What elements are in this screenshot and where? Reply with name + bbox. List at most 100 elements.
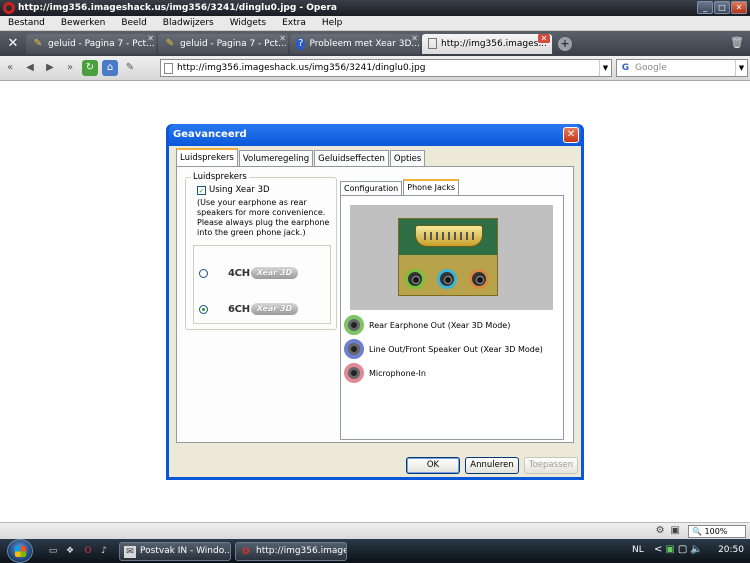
tab-configuration[interactable]: Configuration (340, 181, 403, 195)
jack-label: Line Out/Front Speaker Out (Xear 3D Mode… (369, 344, 543, 354)
tab-close-icon[interactable]: ✕ (279, 34, 286, 43)
phone-jacks-panel: Rear Earphone Out (Xear 3D Mode) Line Ou… (340, 195, 564, 440)
status-bar: ⚙ ▣ 🔍 100% (0, 522, 750, 539)
blue-jack-icon (344, 339, 364, 359)
opera-icon[interactable]: O (82, 545, 94, 557)
trash-icon[interactable]: 🗑 (730, 36, 744, 49)
menu-bladwijzers[interactable]: Bladwijzers (155, 18, 222, 28)
plugin-icon[interactable]: ⚙ (656, 525, 665, 536)
jack-label: Microphone-In (369, 368, 426, 378)
window-title: http://img356.imageshack.us/img356/3241/… (18, 3, 337, 13)
url-text: http://img356.imageshack.us/img356/3241/… (177, 63, 426, 73)
pink-jack-icon (344, 363, 364, 383)
chevron-down-icon[interactable]: ▼ (599, 60, 611, 76)
tab-geluidseffecten[interactable]: Geluidseffecten (314, 150, 389, 166)
menu-beeld[interactable]: Beeld (113, 18, 154, 28)
tab-3[interactable]: ? Probleem met Xear 3D... ✕ (290, 33, 420, 54)
cancel-button[interactable]: Annuleren (465, 457, 519, 474)
tab-phone-jacks[interactable]: Phone Jacks (403, 179, 460, 195)
taskbar-item-mail[interactable]: ✉ Postvak IN - Windo... (119, 542, 231, 561)
rewind-icon[interactable]: « (0, 58, 20, 78)
mode-label: 6CH (228, 303, 250, 315)
radio-6ch[interactable] (199, 304, 208, 314)
network-icon[interactable]: ▣ (665, 544, 674, 555)
show-desktop-icon[interactable]: ▭ (47, 545, 59, 557)
monitor-icon[interactable]: ▢ (678, 544, 687, 555)
opera-icon: O (242, 547, 250, 557)
jack-label: Rear Earphone Out (Xear 3D Mode) (369, 320, 511, 330)
tab-close-icon[interactable]: ✕ (147, 34, 154, 43)
chevron-left-icon[interactable]: < (654, 544, 662, 555)
edit-icon[interactable]: ✎ (120, 58, 140, 78)
jack-photo (350, 205, 553, 310)
minimize-button[interactable]: _ (697, 1, 713, 14)
mode-6ch[interactable]: 6CH Xear 3D (199, 302, 299, 316)
tab-close-icon[interactable]: ✕ (411, 34, 418, 43)
menu-bar: Bestand Bewerken Beeld Bladwijzers Widge… (0, 16, 750, 31)
radio-4ch[interactable] (199, 268, 208, 278)
maximize-button[interactable]: □ (714, 1, 730, 14)
jack-legend-rear: Rear Earphone Out (Xear 3D Mode) (344, 315, 510, 335)
menu-widgets[interactable]: Widgets (222, 18, 274, 28)
taskbar-label: Postvak IN - Windo... (140, 546, 231, 556)
start-button[interactable] (7, 539, 33, 563)
tab-label: http://img356.images... (441, 38, 547, 49)
using-xear-checkbox[interactable]: ✓ Using Xear 3D (197, 185, 270, 195)
fast-forward-icon[interactable]: » (60, 58, 80, 78)
description-text: (Use your earphone as rear speakers for … (197, 198, 330, 237)
media-icon[interactable]: ♪ (98, 545, 110, 557)
menu-bewerken[interactable]: Bewerken (53, 18, 113, 28)
tab-label: geluid - Pagina 7 - Pct... (48, 38, 155, 49)
search-placeholder: Google (635, 63, 667, 73)
tab-panel: Luidsprekers ✓ Using Xear 3D (Use your e… (176, 166, 574, 443)
camera-icon[interactable]: ▣ (671, 525, 680, 536)
window-controls: _ □ ✕ (697, 1, 747, 14)
zoom-select[interactable]: 🔍 100% (688, 525, 746, 538)
tools-icon[interactable]: ✕ (2, 33, 24, 55)
zoom-level: 100% (704, 527, 728, 536)
jack-plate (398, 218, 498, 296)
mode-box: 4CH Xear 3D 6CH Xear 3D (193, 245, 331, 324)
xear-logo-6ch: 6CH Xear 3D (228, 302, 299, 316)
help-icon: ? (296, 37, 306, 50)
tab-label: Probleem met Xear 3D... (309, 38, 420, 49)
blue-jack-icon (437, 269, 457, 289)
ok-button[interactable]: OK (406, 457, 460, 474)
tab-2[interactable]: ✎ geluid - Pagina 7 - Pct... ✕ (158, 33, 288, 54)
tab-4[interactable]: http://img356.images... ✕ (422, 33, 552, 54)
magnifier-icon: 🔍 (692, 527, 702, 536)
jack-legend-front: Line Out/Front Speaker Out (Xear 3D Mode… (344, 339, 543, 359)
menu-help[interactable]: Help (314, 18, 351, 28)
forward-icon[interactable]: ▶ (40, 58, 60, 78)
tab-opties[interactable]: Opties (389, 150, 426, 166)
system-tray: NL < ▣ ▢ 🔈 20:50 (632, 539, 750, 563)
close-button[interactable]: ✕ (731, 1, 747, 14)
tab-volumeregeling[interactable]: Volumeregeling (238, 150, 314, 166)
checkbox-label: Using Xear 3D (209, 185, 270, 195)
tab-1[interactable]: ✎ geluid - Pagina 7 - Pct... ✕ (26, 33, 156, 54)
home-icon[interactable]: ⌂ (102, 60, 118, 76)
dialog-body: Luidsprekers Volumeregeling Geluidseffec… (169, 146, 581, 477)
apply-button[interactable]: Toepassen (524, 457, 578, 474)
url-input[interactable]: http://img356.imageshack.us/img356/3241/… (160, 59, 612, 77)
green-jack-icon (344, 315, 364, 335)
back-icon[interactable]: ◀ (20, 58, 40, 78)
mode-4ch[interactable]: 4CH Xear 3D (199, 266, 299, 280)
language-indicator[interactable]: NL (632, 545, 644, 555)
title-bar: http://img356.imageshack.us/img356/3241/… (0, 0, 750, 16)
menu-extra[interactable]: Extra (274, 18, 314, 28)
page-icon (428, 38, 437, 49)
new-tab-button[interactable]: + (558, 36, 572, 51)
volume-icon[interactable]: 🔈 (690, 544, 702, 555)
tab-close-icon[interactable]: ✕ (538, 33, 550, 43)
search-input[interactable]: G Google ▼ (616, 59, 748, 77)
dialog-close-icon[interactable]: ✕ (563, 127, 579, 143)
taskbar-item-opera[interactable]: O http://img356.imagea... (235, 542, 347, 561)
reload-icon[interactable]: ↻ (82, 60, 98, 76)
tab-luidsprekers[interactable]: Luidsprekers (176, 148, 238, 166)
sub-tabs: Configuration Phone Jacks (340, 179, 460, 195)
chevron-down-icon[interactable]: ▼ (735, 60, 747, 76)
mode-label: 4CH (228, 267, 250, 279)
flip-icon[interactable]: ❖ (64, 545, 76, 557)
menu-bestand[interactable]: Bestand (0, 18, 53, 28)
